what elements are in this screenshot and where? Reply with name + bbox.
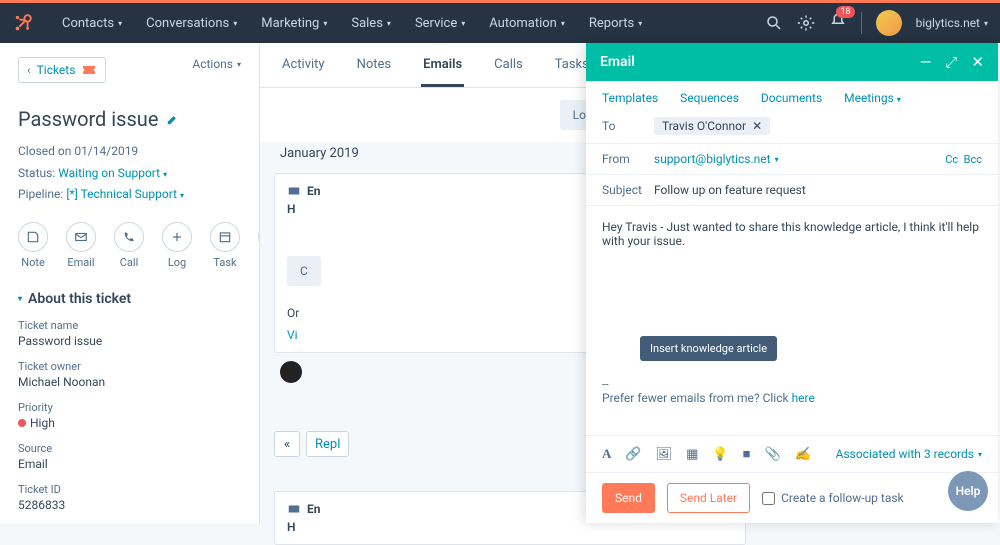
field-ticket-name[interactable]: Password issue xyxy=(18,334,241,348)
nav-marketing[interactable]: Marketing▾ xyxy=(251,10,337,37)
sender-avatar xyxy=(280,361,302,383)
field-source[interactable]: Email xyxy=(18,457,241,471)
actions-menu[interactable]: Actions▾ xyxy=(192,57,241,71)
document-icon[interactable]: ▦ xyxy=(686,447,698,462)
nav-sales[interactable]: Sales▾ xyxy=(341,10,401,37)
knowledge-tooltip: Insert knowledge article xyxy=(640,336,777,361)
note-icon xyxy=(26,230,40,244)
envelope-icon xyxy=(287,184,301,198)
search-icon[interactable] xyxy=(765,14,783,32)
status-dropdown[interactable]: Waiting on Support ▾ xyxy=(58,166,167,180)
send-button[interactable]: Send xyxy=(602,483,655,513)
phone-icon xyxy=(122,230,136,244)
email-icon xyxy=(74,230,88,244)
modal-title: Email xyxy=(600,54,635,70)
cc-link[interactable]: Cc xyxy=(945,153,958,166)
email-action[interactable] xyxy=(66,222,96,252)
edit-pencil-icon[interactable] xyxy=(166,112,180,126)
chip-remove-icon[interactable]: ✕ xyxy=(752,119,762,133)
nav-contacts[interactable]: Contacts▾ xyxy=(52,10,132,37)
calendar-icon xyxy=(218,230,232,244)
video-icon[interactable]: ■ xyxy=(743,446,751,462)
about-ticket-toggle[interactable]: ▾About this ticket xyxy=(18,291,241,307)
nav-service[interactable]: Service▾ xyxy=(405,10,475,37)
nav-conversations[interactable]: Conversations▾ xyxy=(136,10,247,37)
user-avatar[interactable] xyxy=(876,10,902,36)
c-button[interactable]: C xyxy=(287,256,321,286)
ticket-title: Password issue xyxy=(18,107,158,131)
close-icon[interactable]: ✕ xyxy=(971,53,984,71)
associated-records[interactable]: Associated with 3 records ▾ xyxy=(836,447,982,461)
knowledge-lightbulb-icon[interactable]: 💡 xyxy=(712,447,728,462)
recipient-chip[interactable]: Travis O'Connor✕ xyxy=(654,117,770,135)
from-dropdown[interactable]: support@biglytics.net▾ xyxy=(654,152,779,166)
link-icon[interactable]: 🔗 xyxy=(625,447,641,462)
followup-checkbox[interactable]: Create a follow-up task xyxy=(762,491,904,505)
subtab-documents[interactable]: Documents xyxy=(761,91,822,105)
nav-automation[interactable]: Automation▾ xyxy=(479,10,575,37)
notifications-icon[interactable] xyxy=(829,12,847,34)
nav-reports[interactable]: Reports▾ xyxy=(579,10,652,37)
field-owner[interactable]: Michael Noonan xyxy=(18,375,241,389)
task-action[interactable] xyxy=(210,222,240,252)
center-panel: Activity Notes Emails Calls Tasks Log Em… xyxy=(260,43,760,523)
help-button[interactable]: Help xyxy=(948,471,988,511)
pipeline-dropdown[interactable]: [*] Technical Support ▾ xyxy=(66,187,184,201)
minimize-icon[interactable]: — xyxy=(920,53,932,71)
prev-button[interactable]: « xyxy=(274,431,300,457)
field-priority[interactable]: High xyxy=(18,416,241,430)
tab-emails[interactable]: Emails xyxy=(421,57,464,87)
tab-activity[interactable]: Activity xyxy=(280,57,327,87)
plus-icon xyxy=(170,230,184,244)
field-id: 5286833 xyxy=(18,498,241,512)
call-action[interactable] xyxy=(114,222,144,252)
note-action[interactable] xyxy=(18,222,48,252)
tab-calls[interactable]: Calls xyxy=(492,57,525,87)
tab-notes[interactable]: Notes xyxy=(355,57,394,87)
hubspot-logo-icon xyxy=(12,12,34,34)
expand-icon[interactable]: ⤢ xyxy=(945,53,957,71)
account-switcher[interactable]: biglytics.net▾ xyxy=(916,16,988,30)
image-icon[interactable]: 🖼 xyxy=(656,447,673,462)
subtab-templates[interactable]: Templates xyxy=(602,91,658,105)
signature-icon[interactable]: ✍ xyxy=(795,447,811,462)
bcc-link[interactable]: Bcc xyxy=(964,153,982,166)
log-action[interactable] xyxy=(162,222,192,252)
ticket-icon xyxy=(81,62,97,78)
subject-input[interactable]: Follow up on feature request xyxy=(654,183,806,197)
subtab-sequences[interactable]: Sequences xyxy=(680,91,739,105)
back-to-tickets[interactable]: ‹Tickets xyxy=(18,57,106,83)
settings-gear-icon[interactable] xyxy=(797,14,815,32)
closed-date: Closed on 01/14/2019 xyxy=(18,141,241,163)
reply-button[interactable]: Repl xyxy=(306,431,349,457)
unsub-link[interactable]: here xyxy=(792,391,815,405)
left-sidebar: ‹Tickets Actions▾ Password issue Closed … xyxy=(0,43,260,523)
email-compose-modal: Email — ⤢ ✕ Templates Sequences Document… xyxy=(586,43,998,523)
format-text-icon[interactable]: A xyxy=(602,446,611,462)
subtab-meetings[interactable]: Meetings ▾ xyxy=(844,91,901,105)
attachment-icon[interactable]: 📎 xyxy=(764,447,780,462)
top-nav: Contacts▾ Conversations▾ Marketing▾ Sale… xyxy=(0,3,1000,43)
send-later-button[interactable]: Send Later xyxy=(667,483,750,513)
